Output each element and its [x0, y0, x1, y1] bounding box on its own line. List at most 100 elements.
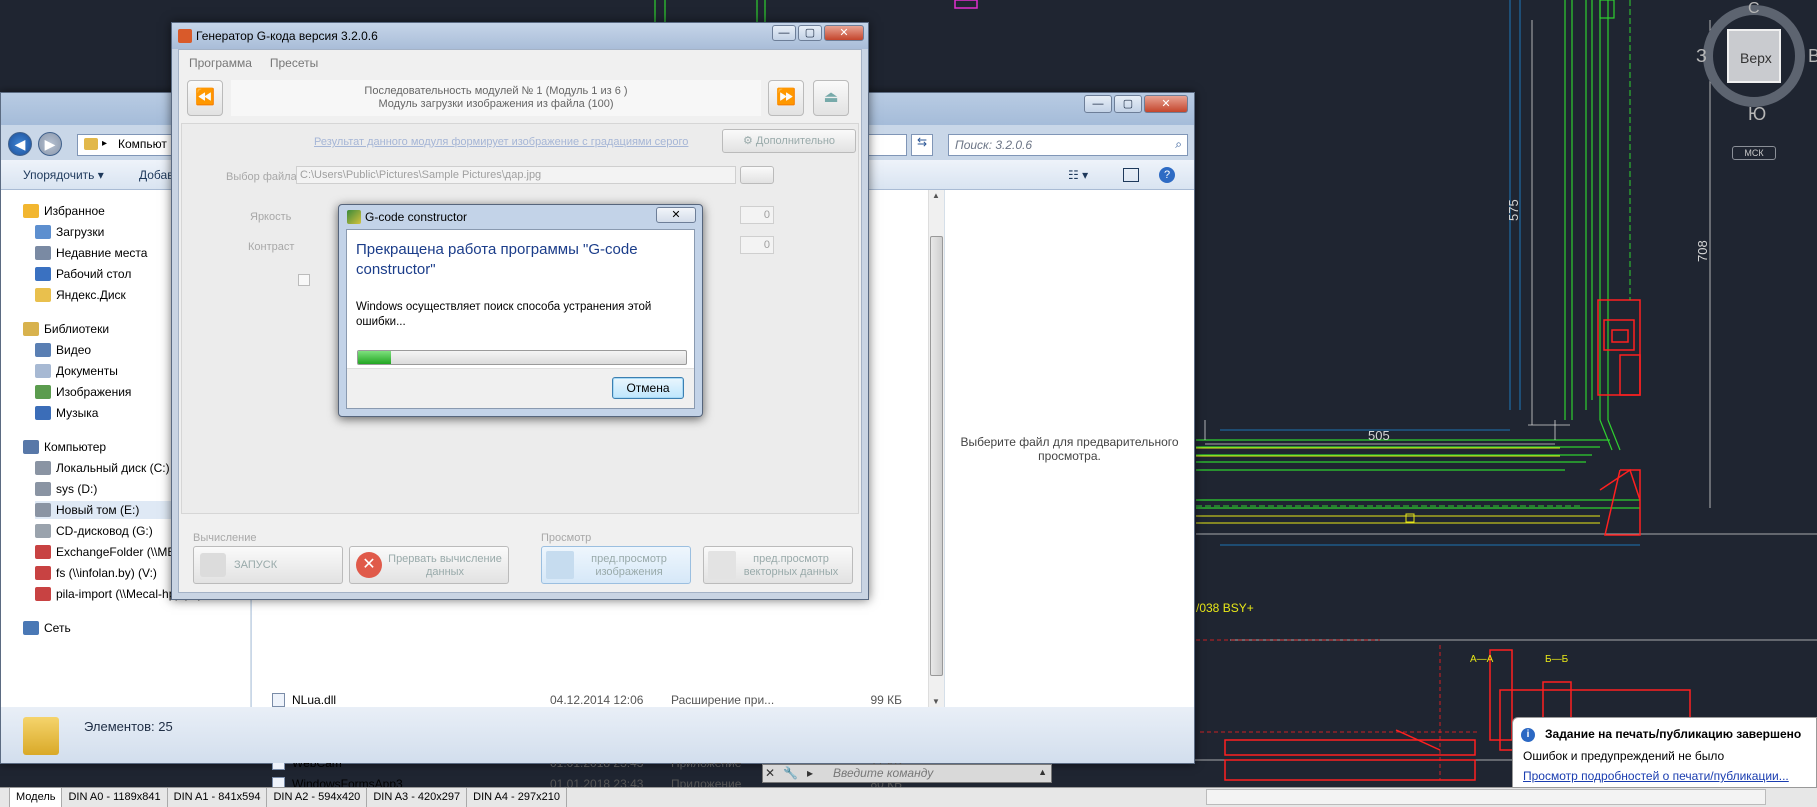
- file-path-field[interactable]: C:\Users\Public\Pictures\Sample Pictures…: [296, 166, 736, 184]
- scroll-down-arrow-icon[interactable]: ▼: [932, 697, 940, 706]
- command-prompt-icon[interactable]: ▸: [807, 766, 813, 780]
- scrollbar-thumb[interactable]: [930, 236, 943, 676]
- search-input[interactable]: Поиск: 3.2.0.6 ⌕: [948, 134, 1188, 156]
- nav-item[interactable]: fs (\\infolan.by) (V:): [35, 564, 157, 582]
- ucs-dropdown[interactable]: МСК: [1732, 146, 1776, 160]
- breadcrumb-arrow-icon[interactable]: ▸: [102, 138, 107, 149]
- contrast-value[interactable]: 0: [740, 236, 774, 254]
- scroll-up-arrow-icon[interactable]: ▲: [932, 191, 940, 200]
- close-button[interactable]: ✕: [1144, 95, 1188, 113]
- recent-places-icon: [35, 246, 51, 260]
- tab-din-a4[interactable]: DIN A4 - 297x210: [467, 788, 567, 807]
- desktop-icon: [35, 267, 51, 281]
- view-cube-top[interactable]: Верх: [1740, 50, 1772, 66]
- nav-item[interactable]: Локальный диск (C:): [35, 459, 170, 477]
- nav-item-label: ExchangeFolder (\\ME: [56, 545, 176, 559]
- section-label-aa: A—A: [1470, 654, 1494, 665]
- tabs-scroll-icon[interactable]: [0, 788, 10, 807]
- view-cube[interactable]: Верх С Ю З В МСК: [1696, 0, 1817, 160]
- nav-item[interactable]: Изображения: [35, 383, 131, 401]
- nav-item[interactable]: Сеть: [23, 619, 71, 637]
- menu-presets[interactable]: Пресеты: [270, 56, 318, 74]
- tab-din-a0[interactable]: DIN A0 - 1189x841: [62, 788, 168, 807]
- nav-item[interactable]: CD-дисковод (G:): [35, 522, 153, 540]
- command-placeholder: Введите команду: [833, 766, 934, 780]
- nav-item[interactable]: sys (D:): [35, 480, 97, 498]
- nav-item-label: Видео: [56, 343, 92, 357]
- chevron-up-icon[interactable]: ▲: [1038, 767, 1047, 777]
- maximize-button[interactable]: ▢: [1114, 95, 1142, 113]
- print-notification[interactable]: i Задание на печать/публикацию завершено…: [1512, 717, 1817, 789]
- nav-item[interactable]: Видео: [35, 341, 91, 359]
- nav-item[interactable]: Музыка: [35, 404, 98, 422]
- help-icon[interactable]: ?: [1159, 167, 1175, 183]
- command-line-input[interactable]: ✕ 🔧 ▸ Введите команду ▲: [762, 764, 1052, 783]
- network-drive-icon: [35, 545, 51, 559]
- error-dialog[interactable]: G-code constructor ✕ Прекращена работа п…: [338, 204, 703, 417]
- view-cube-north[interactable]: С: [1748, 0, 1760, 18]
- preview-image-button[interactable]: пред.просмотр изображения: [541, 546, 691, 584]
- generator-titlebar[interactable]: Генератор G-кода версия 3.2.0.6: [172, 23, 868, 49]
- image-preview-icon: [546, 551, 574, 579]
- star-icon: [23, 204, 39, 218]
- add-button[interactable]: Добав: [139, 168, 174, 182]
- nav-item[interactable]: Библиотеки: [23, 320, 109, 338]
- cancel-button[interactable]: Отмена: [612, 377, 684, 399]
- prev-module-icon[interactable]: ⏪: [187, 80, 223, 116]
- dialog-title: G-code constructor: [365, 210, 468, 224]
- nav-item[interactable]: Яндекс.Диск: [35, 286, 126, 304]
- view-cube-west[interactable]: З: [1696, 46, 1707, 67]
- abort-button[interactable]: ✕ Прервать вычисление данных: [349, 546, 509, 584]
- tab-model[interactable]: Модель: [10, 788, 63, 807]
- nav-item[interactable]: Документы: [35, 362, 118, 380]
- menu-program[interactable]: Программа: [189, 56, 252, 74]
- nav-item[interactable]: ExchangeFolder (\\ME: [35, 543, 175, 561]
- nav-item[interactable]: Рабочий стол: [35, 265, 131, 283]
- browse-file-button[interactable]: [740, 166, 774, 184]
- close-button[interactable]: ✕: [824, 25, 864, 41]
- refresh-icon[interactable]: ⇆: [911, 134, 933, 156]
- run-button[interactable]: ЗАПУСК: [193, 546, 343, 584]
- next-module-icon[interactable]: ⏩: [768, 80, 804, 116]
- sequence-line-2: Модуль загрузки изображения из файла (10…: [378, 98, 614, 110]
- result-info-link[interactable]: Результат данного модуля формирует изобр…: [314, 136, 688, 148]
- tab-din-a3[interactable]: DIN A3 - 420x297: [367, 788, 468, 807]
- nav-item[interactable]: Компьютер: [23, 438, 106, 456]
- close-icon[interactable]: ✕: [765, 766, 775, 780]
- view-options-icon[interactable]: ☷ ▾: [1068, 168, 1088, 182]
- back-arrow-icon[interactable]: ◀: [8, 132, 32, 156]
- eject-icon[interactable]: ⏏: [813, 80, 849, 116]
- nav-item[interactable]: Избранное: [23, 202, 105, 220]
- folder-icon: [35, 288, 51, 302]
- nav-item[interactable]: Загрузки: [35, 223, 104, 241]
- nav-item[interactable]: Недавние места: [35, 244, 147, 262]
- nav-item-label: sys (D:): [56, 482, 98, 496]
- search-progress-bar: [357, 350, 687, 365]
- nav-item-label: Рабочий стол: [56, 267, 132, 281]
- notification-details-link[interactable]: Просмотр подробностей о печати/публикаци…: [1523, 769, 1789, 783]
- dialog-titlebar[interactable]: G-code constructor ✕: [339, 205, 702, 227]
- view-cube-east[interactable]: В: [1808, 46, 1817, 67]
- preview-vector-button[interactable]: пред.просмотр векторных данных: [703, 546, 853, 584]
- additional-button[interactable]: ⚙ Дополнительно: [722, 129, 856, 153]
- tab-din-a1[interactable]: DIN A1 - 841x594: [168, 788, 268, 807]
- brightness-value[interactable]: 0: [740, 206, 774, 224]
- vertical-scrollbar[interactable]: ▲ ▼: [928, 190, 944, 707]
- pictures-icon: [35, 385, 51, 399]
- maximize-button[interactable]: ▢: [798, 25, 822, 41]
- preview-pane-icon[interactable]: [1123, 168, 1139, 182]
- tab-din-a2[interactable]: DIN A2 - 594x420: [267, 788, 368, 807]
- minimize-button[interactable]: —: [772, 25, 796, 41]
- downloads-icon: [35, 225, 51, 239]
- horizontal-scrollbar[interactable]: [1206, 789, 1766, 805]
- view-group-label: Просмотр: [541, 532, 592, 544]
- minimize-button[interactable]: —: [1084, 95, 1112, 113]
- view-cube-south[interactable]: Ю: [1748, 104, 1766, 125]
- option-checkbox[interactable]: [298, 274, 310, 286]
- wrench-icon[interactable]: 🔧: [783, 766, 798, 780]
- close-button[interactable]: ✕: [656, 207, 696, 223]
- organize-button[interactable]: Упорядочить ▾: [23, 168, 104, 182]
- forward-arrow-icon[interactable]: ▶: [38, 132, 62, 156]
- file-icon: [272, 693, 285, 707]
- search-icon[interactable]: ⌕: [1175, 137, 1182, 152]
